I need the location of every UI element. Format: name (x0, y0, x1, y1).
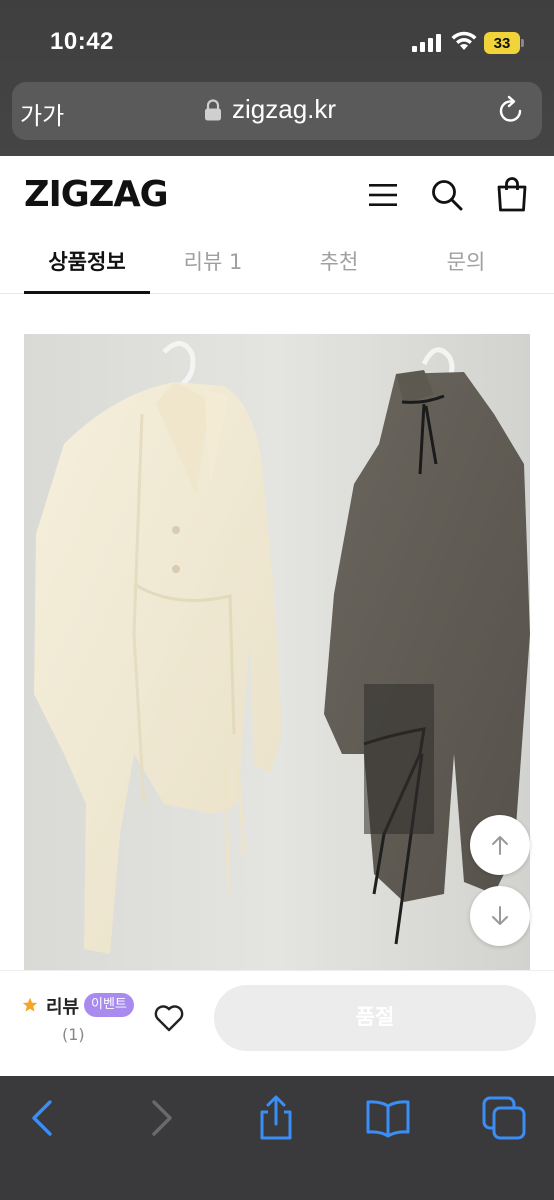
browser-toolbar (0, 1076, 554, 1200)
text-size-button[interactable]: 가가 (20, 96, 64, 131)
tab-inquiry[interactable]: 문의 (403, 246, 529, 294)
share-icon[interactable] (252, 1094, 300, 1142)
reload-icon[interactable] (496, 95, 526, 125)
search-icon[interactable] (430, 178, 464, 212)
signal-icon (412, 34, 441, 52)
purchase-bar: 리뷰 이벤트 (1) 품절 (0, 970, 554, 1076)
tab-recommend[interactable]: 추천 (276, 246, 402, 294)
forward-icon[interactable] (138, 1094, 186, 1142)
product-image (24, 334, 530, 970)
status-time: 10:42 (50, 28, 114, 55)
product-photo (24, 334, 530, 970)
browser-chrome: 10:42 33 가가 zigzag.kr (0, 0, 554, 156)
site-header: ZIGZAG (0, 156, 554, 236)
scroll-down-button[interactable] (470, 886, 530, 946)
back-icon[interactable] (18, 1094, 66, 1142)
review-label[interactable]: 리뷰 (46, 993, 79, 1019)
review-count: (1) (62, 1025, 85, 1044)
event-badge: 이벤트 (84, 993, 134, 1017)
arrow-up-icon (492, 836, 508, 855)
battery-indicator: 33 (484, 32, 524, 54)
menu-icon[interactable] (368, 180, 398, 210)
product-tabs: 상품정보 리뷰 1 추천 문의 (0, 236, 554, 294)
heart-icon[interactable] (152, 1001, 186, 1035)
wifi-icon (451, 31, 477, 50)
url-bar[interactable]: 가가 zigzag.kr (12, 82, 542, 140)
active-tab-indicator (24, 291, 150, 294)
bookmarks-icon[interactable] (364, 1094, 412, 1142)
tab-reviews[interactable]: 리뷰 1 (150, 246, 276, 294)
lock-icon (205, 99, 221, 121)
star-icon (22, 997, 38, 1012)
tab-product-info[interactable]: 상품정보 (24, 246, 150, 294)
url-text[interactable]: zigzag.kr (232, 94, 336, 125)
battery-level: 33 (484, 32, 520, 54)
arrow-down-icon (492, 906, 508, 925)
soldout-button[interactable]: 품절 (214, 985, 536, 1051)
status-bar: 10:42 33 (0, 0, 554, 82)
tabs-icon[interactable] (480, 1094, 528, 1142)
bag-icon[interactable] (496, 176, 528, 212)
scroll-up-button[interactable] (470, 815, 530, 875)
zigzag-logo[interactable]: ZIGZAG (24, 174, 169, 215)
